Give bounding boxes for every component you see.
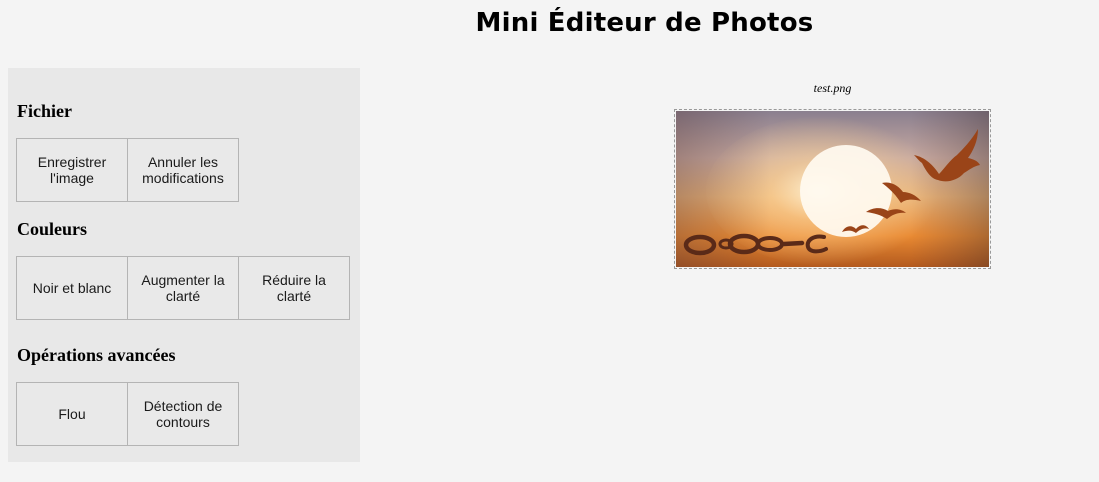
- decrease-brightness-button[interactable]: Réduire la clarté: [238, 256, 350, 320]
- image-canvas[interactable]: [674, 109, 991, 269]
- operations-buttons: Flou Détection de contours: [16, 382, 239, 446]
- increase-brightness-button[interactable]: Augmenter la clarté: [127, 256, 239, 320]
- undo-changes-button[interactable]: Annuler les modifications: [127, 138, 239, 202]
- sunset-birds-image: [676, 111, 989, 267]
- couleurs-buttons: Noir et blanc Augmenter la clarté Réduir…: [16, 256, 350, 320]
- blur-button[interactable]: Flou: [16, 382, 128, 446]
- file-name-caption: test.png: [813, 81, 852, 95]
- section-heading-operations-avancees: Opérations avancées: [17, 345, 176, 365]
- image-workspace: test.png: [360, 68, 1099, 482]
- tool-sidebar: Fichier Enregistrer l'image Annuler les …: [8, 68, 360, 462]
- save-image-button[interactable]: Enregistrer l'image: [16, 138, 128, 202]
- section-heading-fichier: Fichier: [17, 101, 72, 121]
- photo-editor-app: Mini Éditeur de Photos Fichier Enregistr…: [0, 0, 1099, 482]
- fichier-buttons: Enregistrer l'image Annuler les modifica…: [16, 138, 239, 202]
- section-heading-couleurs: Couleurs: [17, 219, 88, 239]
- edge-detection-button[interactable]: Détection de contours: [127, 382, 239, 446]
- app-title: Mini Éditeur de Photos: [475, 8, 814, 38]
- black-white-button[interactable]: Noir et blanc: [16, 256, 128, 320]
